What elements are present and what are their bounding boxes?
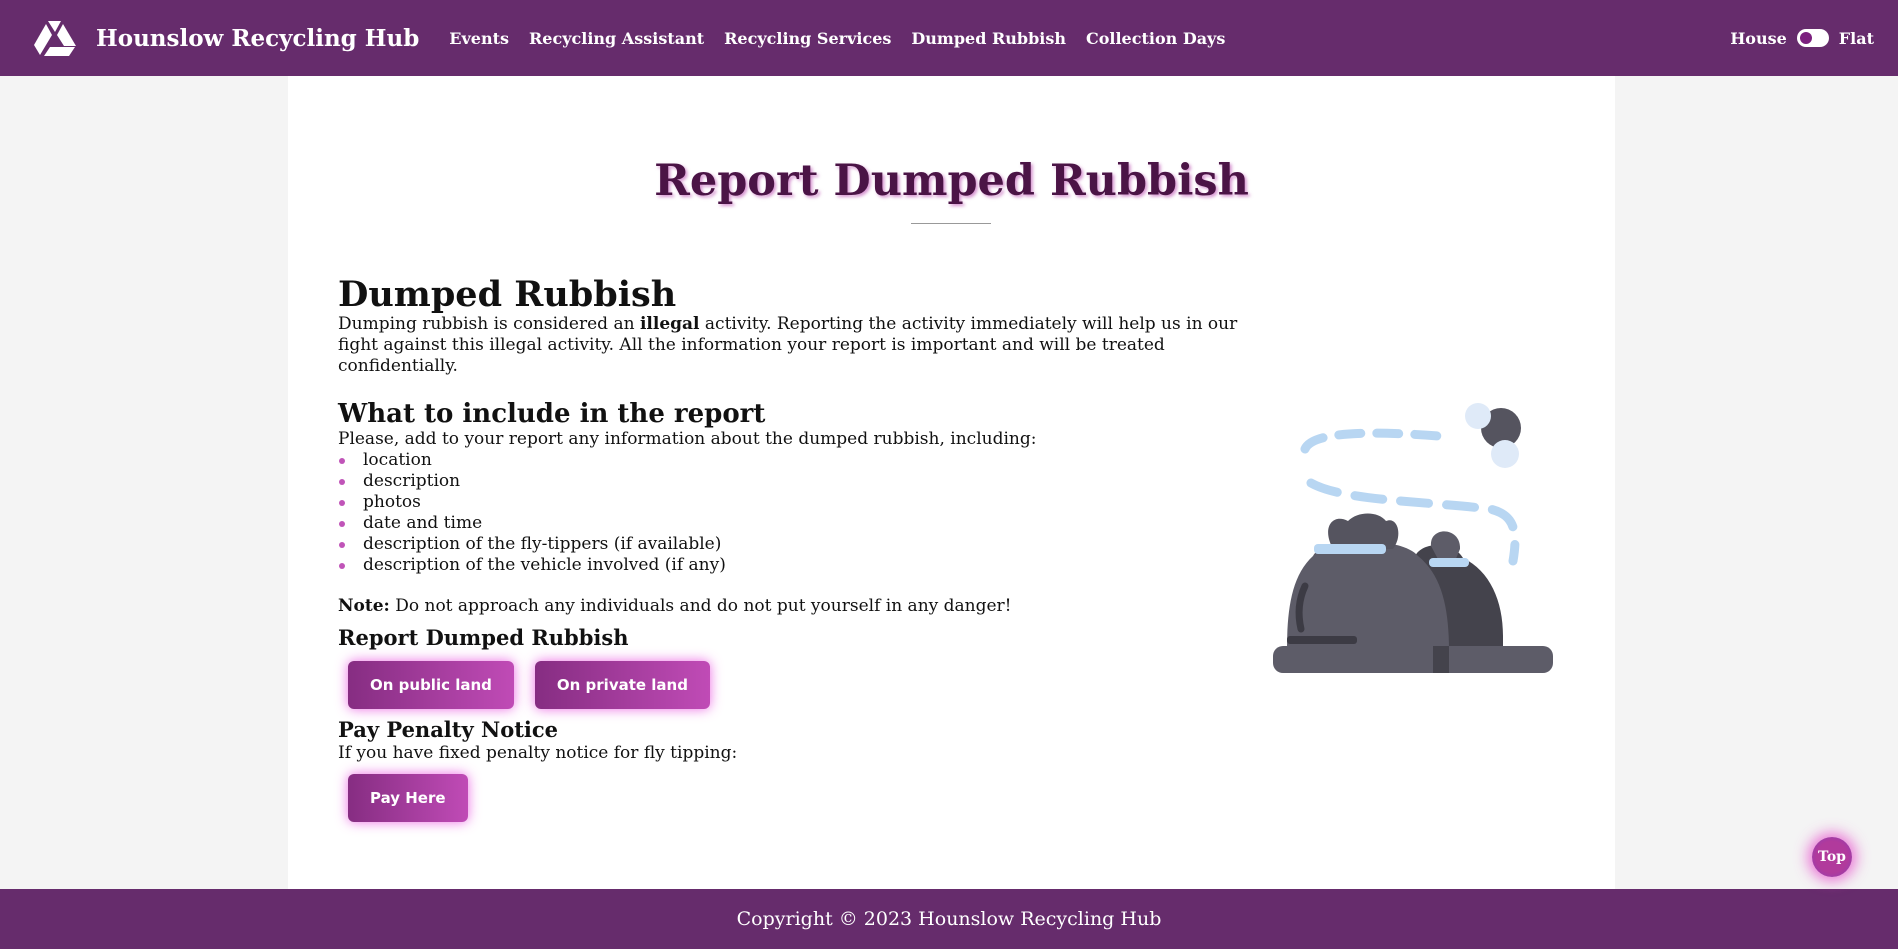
include-intro: Please, add to your report any informati… [338,429,1037,449]
site-brand[interactable]: Hounslow Recycling Hub [96,25,419,52]
list-item-text: description of the fly-tippers (if avail… [363,534,722,554]
list-item: photos [338,492,1268,513]
bullet-icon [339,458,345,464]
penalty-heading: Pay Penalty Notice [338,717,559,742]
switch-label-flat: Flat [1838,28,1874,48]
bullet-icon [339,500,345,506]
include-list: location description photos date and tim… [338,450,1268,576]
page-title: Report Dumped Rubbish [654,156,1249,206]
main-nav: Events Recycling Assistant Recycling Ser… [435,29,1225,48]
section-heading-what-to-include: What to include in the report [338,399,766,429]
nav-events[interactable]: Events [449,29,509,48]
list-item: description of the vehicle involved (if … [338,555,1268,576]
note-text: Do not approach any individuals and do n… [389,596,1012,616]
list-item: description [338,471,1268,492]
dumped-rubbish-description: Dumping rubbish is considered an illegal… [338,314,1268,377]
scroll-to-top-button[interactable]: Top [1812,837,1852,877]
garbage-bags-icon [1253,401,1553,701]
safety-note: Note: Do not approach any individuals an… [338,596,1268,617]
copyright-text: Copyright © 2023 Hounslow Recycling Hub [736,908,1162,930]
content-column: Dumped Rubbish Dumping rubbish is consid… [338,276,1268,822]
title-divider [911,223,991,224]
bullet-icon [339,563,345,569]
report-private-land-button[interactable]: On private land [534,661,710,709]
house-flat-toggle[interactable] [1796,29,1829,47]
list-item-text: location [363,450,432,470]
page-footer: Copyright © 2023 Hounslow Recycling Hub [0,889,1898,949]
description-part-1: Dumping rubbish is considered an [338,314,640,334]
toggle-knob [1799,32,1812,44]
main-content: Report Dumped Rubbish Dumped Rubbish Dum… [288,76,1615,889]
report-buttons: On public land On private land [348,661,1268,709]
switch-label-house: House [1730,28,1787,48]
list-item-text: description [363,471,461,491]
bullet-icon [339,479,345,485]
penalty-text: If you have fixed penalty notice for fly… [338,743,738,763]
note-label: Note: [338,596,390,616]
nav-collection-days[interactable]: Collection Days [1086,29,1225,48]
list-item-text: date and time [363,513,483,533]
penalty-buttons: Pay Here [348,774,1268,822]
top-navigation-bar: Hounslow Recycling Hub Events Recycling … [0,0,1898,76]
list-item: description of the fly-tippers (if avail… [338,534,1268,555]
description-illegal: illegal [639,314,700,334]
list-item-text: description of the vehicle involved (if … [363,555,726,575]
list-item-text: photos [363,492,421,512]
nav-recycling-assistant[interactable]: Recycling Assistant [529,29,704,48]
nav-recycling-services[interactable]: Recycling Services [724,29,891,48]
pay-here-button[interactable]: Pay Here [348,774,468,822]
bullet-icon [339,521,345,527]
list-item: date and time [338,513,1268,534]
report-heading: Report Dumped Rubbish [338,625,629,650]
nav-dumped-rubbish[interactable]: Dumped Rubbish [911,29,1066,48]
recycle-triangle-icon[interactable] [34,19,76,57]
report-public-land-button[interactable]: On public land [348,661,514,709]
list-item: location [338,450,1268,471]
section-heading-dumped-rubbish: Dumped Rubbish [338,274,677,315]
bullet-icon [339,542,345,548]
house-flat-switch: House Flat [1730,0,1874,76]
